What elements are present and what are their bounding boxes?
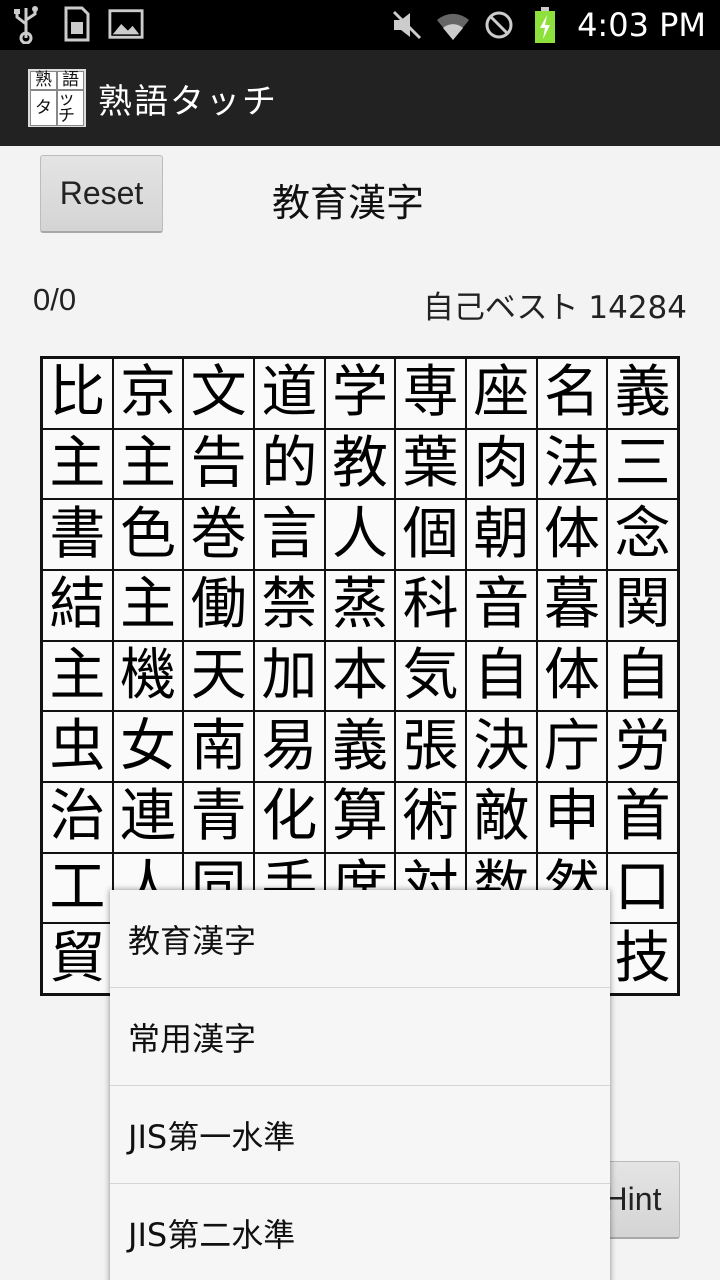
kanji-cell[interactable]: 連 [112, 781, 184, 853]
mode-dropdown-popup: 教育漢字 常用漢字 JIS第一水準 JIS第二水準 [110, 890, 610, 1280]
kanji-cell[interactable]: 音 [465, 569, 537, 641]
kanji-cell[interactable]: 虫 [42, 711, 113, 782]
kanji-cell[interactable]: 申 [536, 781, 608, 853]
app-logo-icon: 熟 語 タ ッチ [28, 69, 86, 127]
kanji-cell[interactable]: 張 [395, 711, 466, 782]
kanji-cell[interactable]: 教 [324, 428, 396, 500]
score-counter: 0/0 [33, 282, 77, 317]
kanji-cell[interactable]: 術 [395, 781, 466, 853]
status-time: 4:03 PM [577, 6, 706, 44]
kanji-cell[interactable]: 法 [536, 428, 608, 500]
kanji-cell[interactable]: 京 [112, 358, 184, 429]
kanji-cell[interactable]: 禁 [253, 569, 325, 641]
kanji-cell[interactable]: 女 [112, 711, 184, 782]
kanji-cell[interactable]: 技 [607, 923, 678, 994]
reset-button[interactable]: Reset [40, 155, 163, 233]
kanji-cell[interactable]: 学 [324, 358, 396, 429]
mode-label: 教育漢字 [272, 181, 425, 225]
best-score: 自己ベスト 14284 [422, 290, 687, 326]
app-logo-char: タ [30, 90, 57, 126]
kanji-cell[interactable]: 敵 [465, 781, 537, 853]
kanji-cell[interactable]: 自 [607, 640, 678, 712]
kanji-cell[interactable]: 座 [465, 358, 537, 429]
kanji-cell[interactable]: 南 [183, 711, 254, 782]
app-logo-char: 語 [57, 71, 84, 90]
usb-icon [8, 4, 44, 44]
kanji-cell[interactable]: 庁 [536, 711, 608, 782]
kanji-cell[interactable]: 主 [112, 569, 184, 641]
kanji-cell[interactable]: 念 [607, 499, 678, 570]
kanji-cell[interactable]: 自 [465, 640, 537, 712]
kanji-cell[interactable]: 義 [607, 358, 678, 429]
kanji-cell[interactable]: 書 [42, 499, 113, 570]
kanji-cell[interactable]: 蒸 [324, 569, 396, 641]
kanji-cell[interactable]: 的 [253, 428, 325, 500]
kanji-cell[interactable]: 主 [42, 640, 113, 712]
kanji-cell[interactable]: 科 [395, 569, 466, 641]
app-logo-char: 熟 [30, 71, 57, 90]
status-left-icons [8, 4, 144, 44]
kanji-cell[interactable]: 働 [183, 569, 254, 641]
kanji-cell[interactable]: 体 [536, 640, 608, 712]
dropdown-option-jis1[interactable]: JIS第一水準 [110, 1086, 610, 1184]
dropdown-option-jis2[interactable]: JIS第二水準 [110, 1184, 610, 1280]
battery-charging-icon [527, 5, 563, 45]
kanji-cell[interactable]: 肉 [465, 428, 537, 500]
kanji-cell[interactable]: 文 [183, 358, 254, 429]
dropdown-option-kyoiku[interactable]: 教育漢字 [110, 890, 610, 988]
kanji-cell[interactable]: 三 [607, 428, 678, 500]
kanji-cell[interactable]: 巻 [183, 499, 254, 570]
mute-icon [389, 5, 425, 45]
kanji-cell[interactable]: 朝 [465, 499, 537, 570]
kanji-cell[interactable]: 口 [607, 852, 678, 924]
kanji-cell[interactable]: 算 [324, 781, 396, 853]
kanji-cell[interactable]: 言 [253, 499, 325, 570]
action-bar: 熟 語 タ ッチ 熟語タッチ [0, 50, 720, 146]
kanji-cell[interactable]: 天 [183, 640, 254, 712]
kanji-cell[interactable]: 体 [536, 499, 608, 570]
kanji-cell[interactable]: 首 [607, 781, 678, 853]
image-icon [108, 4, 144, 44]
kanji-cell[interactable]: 専 [395, 358, 466, 429]
kanji-cell[interactable]: 化 [253, 781, 325, 853]
sd-card-icon [58, 4, 94, 44]
kanji-cell[interactable]: 工 [42, 852, 113, 924]
kanji-cell[interactable]: 青 [183, 781, 254, 853]
kanji-cell[interactable]: 気 [395, 640, 466, 712]
kanji-cell[interactable]: 名 [536, 358, 608, 429]
wifi-icon [435, 5, 471, 45]
dropdown-option-joyo[interactable]: 常用漢字 [110, 988, 610, 1086]
kanji-cell[interactable]: 義 [324, 711, 396, 782]
no-sign-icon [481, 5, 517, 45]
kanji-cell[interactable]: 易 [253, 711, 325, 782]
kanji-cell[interactable]: 関 [607, 569, 678, 641]
kanji-cell[interactable]: 加 [253, 640, 325, 712]
kanji-cell[interactable]: 労 [607, 711, 678, 782]
kanji-cell[interactable]: 本 [324, 640, 396, 712]
kanji-cell[interactable]: 色 [112, 499, 184, 570]
kanji-cell[interactable]: 決 [465, 711, 537, 782]
kanji-cell[interactable]: 個 [395, 499, 466, 570]
status-bar: 4:03 PM [0, 0, 720, 50]
status-right-icons: 4:03 PM [389, 4, 706, 46]
kanji-cell[interactable]: 道 [253, 358, 325, 429]
kanji-cell[interactable]: 暮 [536, 569, 608, 641]
kanji-cell[interactable]: 人 [324, 499, 396, 570]
app-title: 熟語タッチ [98, 82, 278, 122]
kanji-cell[interactable]: 比 [42, 358, 113, 429]
kanji-cell[interactable]: 告 [183, 428, 254, 500]
kanji-cell[interactable]: 主 [112, 428, 184, 500]
kanji-cell[interactable]: 機 [112, 640, 184, 712]
kanji-cell[interactable]: 結 [42, 569, 113, 641]
kanji-cell[interactable]: 葉 [395, 428, 466, 500]
kanji-cell[interactable]: 治 [42, 781, 113, 853]
app-logo-char: ッチ [57, 90, 84, 126]
kanji-cell[interactable]: 貿 [42, 923, 113, 994]
kanji-cell[interactable]: 主 [42, 428, 113, 500]
